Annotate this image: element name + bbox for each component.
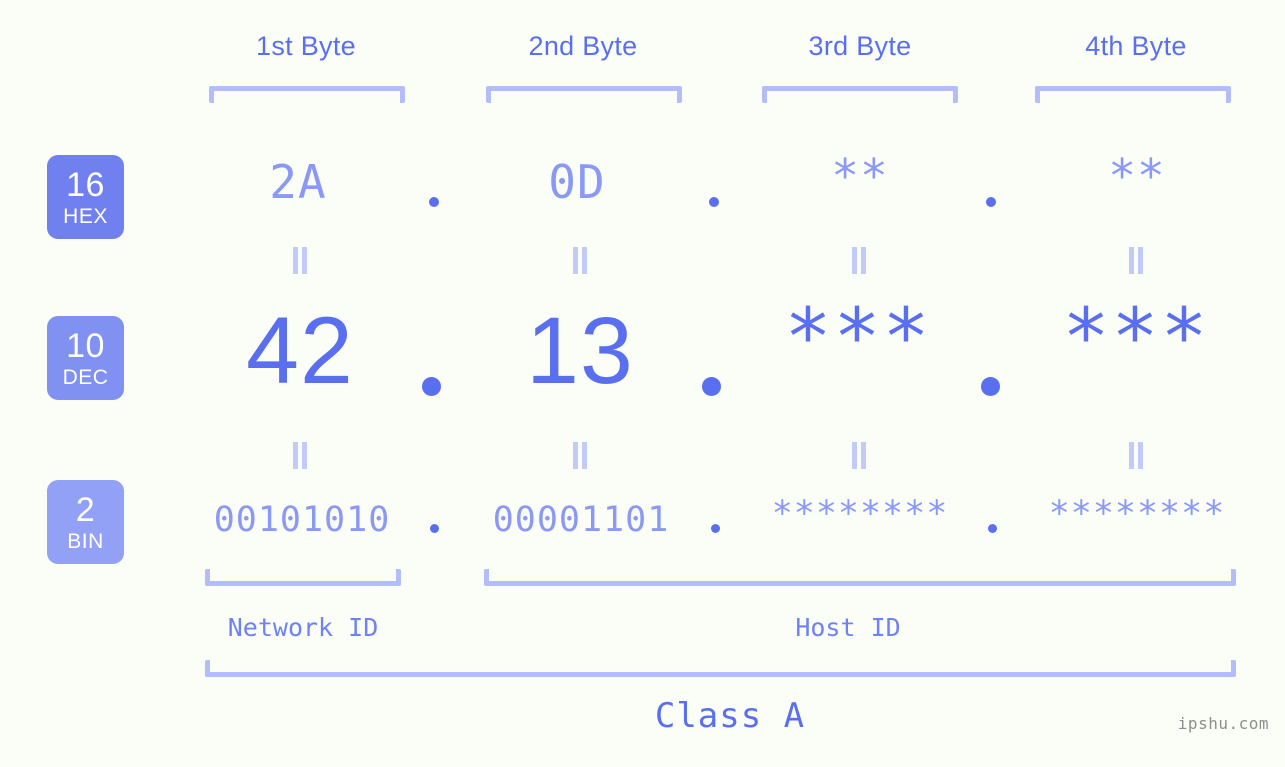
bin-value-byte-1: 00101010: [213, 500, 391, 540]
bin-separator-dot-1: [430, 524, 439, 533]
hex-value-byte-3: **: [831, 149, 889, 203]
byte-bracket-1: [209, 86, 405, 103]
equals-marker-hex-dec-4: [1124, 247, 1148, 274]
dec-value-byte-1: 42: [246, 298, 354, 404]
base-badge-bin-number: 2: [75, 490, 96, 529]
dec-separator-dot-1: [422, 377, 441, 396]
base-badge-hex-name: HEX: [63, 204, 108, 228]
bin-value-byte-3: ********: [771, 494, 949, 534]
bin-value-byte-2: 00001101: [492, 500, 670, 540]
class-bracket: [205, 660, 1236, 677]
dec-value-byte-3: ***: [784, 293, 932, 383]
network-id-bracket: [205, 569, 401, 586]
byte-header-4: 4th Byte: [1085, 31, 1187, 61]
byte-bracket-2: [486, 86, 682, 103]
site-watermark: ipshu.com: [1177, 714, 1269, 733]
bin-separator-dot-3: [988, 524, 997, 533]
base-badge-hex[interactable]: 16 HEX: [47, 155, 124, 239]
class-label: Class A: [654, 696, 806, 736]
dec-value-byte-4: ***: [1062, 293, 1210, 383]
equals-marker-dec-bin-2: [568, 442, 592, 469]
equals-marker-hex-dec-2: [568, 247, 592, 274]
equals-marker-hex-dec-1: [288, 247, 312, 274]
byte-bracket-4: [1035, 86, 1231, 103]
base-badge-bin-name: BIN: [67, 529, 104, 553]
hex-separator-dot-2: [709, 197, 719, 207]
base-badge-dec-number: 10: [66, 326, 105, 365]
base-badge-dec[interactable]: 10 DEC: [47, 316, 124, 400]
ip-byte-diagram: 1st Byte 2nd Byte 3rd Byte 4th Byte 16 H…: [0, 0, 1285, 767]
hex-value-byte-1: 2A: [269, 155, 327, 209]
base-badge-hex-number: 16: [66, 165, 105, 204]
byte-bracket-3: [762, 86, 958, 103]
dec-value-byte-2: 13: [526, 298, 634, 404]
hex-separator-dot-3: [986, 197, 996, 207]
base-badge-bin[interactable]: 2 BIN: [47, 480, 124, 564]
base-badge-dec-name: DEC: [62, 365, 109, 389]
bin-value-byte-4: ********: [1048, 494, 1226, 534]
host-id-label: Host ID: [795, 613, 901, 642]
network-id-label: Network ID: [227, 613, 379, 642]
dec-separator-dot-2: [702, 377, 721, 396]
host-id-bracket: [484, 569, 1236, 586]
byte-header-1: 1st Byte: [256, 31, 356, 61]
hex-value-byte-4: **: [1108, 149, 1166, 203]
equals-marker-dec-bin-3: [847, 442, 871, 469]
equals-marker-dec-bin-1: [288, 442, 312, 469]
dec-separator-dot-3: [981, 377, 1000, 396]
bin-separator-dot-2: [711, 524, 720, 533]
equals-marker-hex-dec-3: [847, 247, 871, 274]
hex-value-byte-2: 0D: [548, 155, 606, 209]
equals-marker-dec-bin-4: [1124, 442, 1148, 469]
hex-separator-dot-1: [429, 197, 439, 207]
byte-header-3: 3rd Byte: [808, 31, 912, 61]
byte-header-2: 2nd Byte: [528, 31, 638, 61]
